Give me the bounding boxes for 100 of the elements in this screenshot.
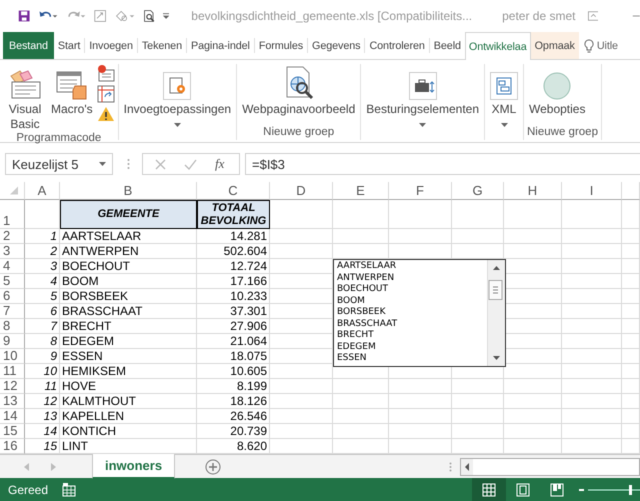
- column-header[interactable]: I: [562, 182, 622, 200]
- table-cell: [622, 379, 640, 394]
- ribbon-tab[interactable]: Start: [54, 32, 84, 59]
- scroll-thumb-icon[interactable]: [488, 280, 503, 300]
- table-cell: [562, 274, 622, 289]
- table-cell: [504, 379, 562, 394]
- ribbon-button[interactable]: Webpaginavoorbeeld: [240, 64, 358, 117]
- list-item[interactable]: BOECHOUT: [337, 284, 388, 296]
- dropdown-caret-icon[interactable]: [99, 162, 106, 166]
- caret-icon[interactable]: [174, 123, 181, 128]
- row-header[interactable]: 6: [0, 289, 25, 304]
- insert-function-button[interactable]: fx: [215, 156, 224, 172]
- row-header[interactable]: 4: [0, 259, 25, 274]
- sheet-tab[interactable]: inwoners: [92, 454, 176, 479]
- column-header[interactable]: E: [333, 182, 389, 200]
- row-header[interactable]: 12: [0, 379, 25, 394]
- table-cell: [622, 409, 640, 424]
- warning-icon[interactable]: [96, 106, 115, 122]
- group-label: Programmacode: [15, 132, 102, 144]
- list-item[interactable]: BRECHT: [337, 330, 374, 342]
- web-options-button[interactable]: Webopties: [527, 64, 588, 117]
- ribbon-tab[interactable]: Bestand: [3, 32, 54, 59]
- table-cell: [333, 394, 389, 409]
- list-item[interactable]: BRASSCHAAT: [337, 318, 398, 330]
- table-arrow-icon[interactable]: [96, 85, 115, 103]
- lightbulb-icon[interactable]: [584, 38, 594, 52]
- row-header[interactable]: 5: [0, 274, 25, 289]
- scroll-left-icon[interactable]: [461, 458, 473, 474]
- ribbon-tab[interactable]: Tekenen: [138, 32, 186, 59]
- ribbon-tab[interactable]: Formules: [254, 32, 308, 59]
- zoom-slider-drawing[interactable]: [578, 482, 640, 496]
- row-header[interactable]: 15: [0, 424, 25, 439]
- list-item[interactable]: AARTSELAAR: [337, 261, 396, 272]
- table-cell: [562, 304, 622, 319]
- macro-record-icon[interactable]: [62, 482, 76, 496]
- table-cell: 18.075: [197, 349, 270, 364]
- column-header[interactable]: F: [389, 182, 452, 200]
- table-cell: 37.301: [197, 304, 270, 319]
- table-cell: HOVE: [60, 379, 197, 394]
- row-header[interactable]: 8: [0, 319, 25, 334]
- row-header[interactable]: 1: [0, 200, 25, 229]
- ribbon-display-icon[interactable]: [588, 10, 598, 22]
- name-box[interactable]: Keuzelijst 5: [5, 153, 113, 175]
- list-item[interactable]: BOOM: [337, 296, 365, 307]
- table-cell: [622, 319, 640, 334]
- table-cell: 7: [25, 319, 60, 334]
- record-macro-icon[interactable]: [96, 64, 115, 82]
- ribbon-button[interactable]: Invoegtoepassingen: [122, 64, 234, 128]
- column-header[interactable]: G: [452, 182, 504, 200]
- list-item[interactable]: EDEGEM: [337, 342, 376, 353]
- print-preview-icon[interactable]: [142, 8, 156, 24]
- row-header[interactable]: 11: [0, 364, 25, 379]
- row-header[interactable]: 9: [0, 334, 25, 349]
- ribbon-tab[interactable]: Controleren: [365, 32, 429, 59]
- page-layout-icon[interactable]: [516, 482, 530, 496]
- ribbon-button[interactable]: XML: [488, 64, 520, 128]
- view-button[interactable]: [472, 478, 506, 501]
- ribbon-tab[interactable]: Ontwikkelaa: [464, 32, 531, 60]
- formula-field[interactable]: =$I$3: [245, 153, 640, 175]
- save-icon[interactable]: [18, 8, 30, 24]
- page-break-icon[interactable]: [550, 482, 564, 496]
- tell-me-field[interactable]: Uitle: [596, 40, 618, 52]
- row-header[interactable]: 10: [0, 349, 25, 364]
- ribbon-tab[interactable]: Opmaak: [530, 32, 579, 59]
- caret-icon[interactable]: [500, 123, 508, 128]
- list-item[interactable]: BORSBEEK: [337, 307, 386, 318]
- table-cell: 6: [25, 304, 60, 319]
- add-sheet-icon[interactable]: [205, 458, 222, 474]
- normal-view-icon[interactable]: [482, 482, 496, 496]
- column-header[interactable]: A: [25, 182, 60, 200]
- customize-caret-icon[interactable]: [163, 12, 170, 20]
- column-header[interactable]: D: [270, 182, 333, 200]
- table-cell: [562, 394, 622, 409]
- ribbon-button[interactable]: Besturingselementen: [364, 64, 481, 128]
- table-cell: [562, 289, 622, 304]
- ribbon-tab[interactable]: Beeld: [430, 32, 465, 59]
- ribbon-button[interactable]: Macro's: [49, 64, 95, 117]
- ribbon-button[interactable]: Visual Basic: [3, 64, 47, 132]
- ribbon-tab[interactable]: Invoegen: [85, 32, 137, 59]
- shape-caret-icon[interactable]: [114, 8, 135, 24]
- table-cell: KALMTHOUT: [60, 394, 197, 409]
- caret-icon[interactable]: [419, 123, 426, 128]
- splitter-handle-icon[interactable]: [449, 462, 452, 472]
- row-header[interactable]: 7: [0, 304, 25, 319]
- row-header[interactable]: 3: [0, 244, 25, 259]
- row-header[interactable]: 14: [0, 409, 25, 424]
- enter-check-icon[interactable]: [184, 158, 197, 170]
- drag-handle-icon[interactable]: [127, 158, 130, 170]
- horizontal-scrollbar[interactable]: [460, 458, 640, 476]
- ribbon-tab[interactable]: Gegevens: [308, 32, 364, 59]
- column-header[interactable]: H: [504, 182, 562, 200]
- ribbon-tab[interactable]: Pagina-indel: [187, 32, 254, 59]
- row-header[interactable]: 2: [0, 229, 25, 244]
- list-box[interactable]: AARTSELAAR ANTWERPEN BOECHOUT BOOM BORSBEEK BRASSCHAAT BRECHT EDEGEM ESSEN: [333, 259, 506, 367]
- table-cell: [333, 379, 389, 394]
- table-cell: [504, 394, 562, 409]
- table-cell: [270, 409, 333, 424]
- row-header[interactable]: 13: [0, 394, 25, 409]
- list-item[interactable]: ANTWERPEN: [337, 272, 394, 284]
- list-item[interactable]: ESSEN: [337, 353, 367, 364]
